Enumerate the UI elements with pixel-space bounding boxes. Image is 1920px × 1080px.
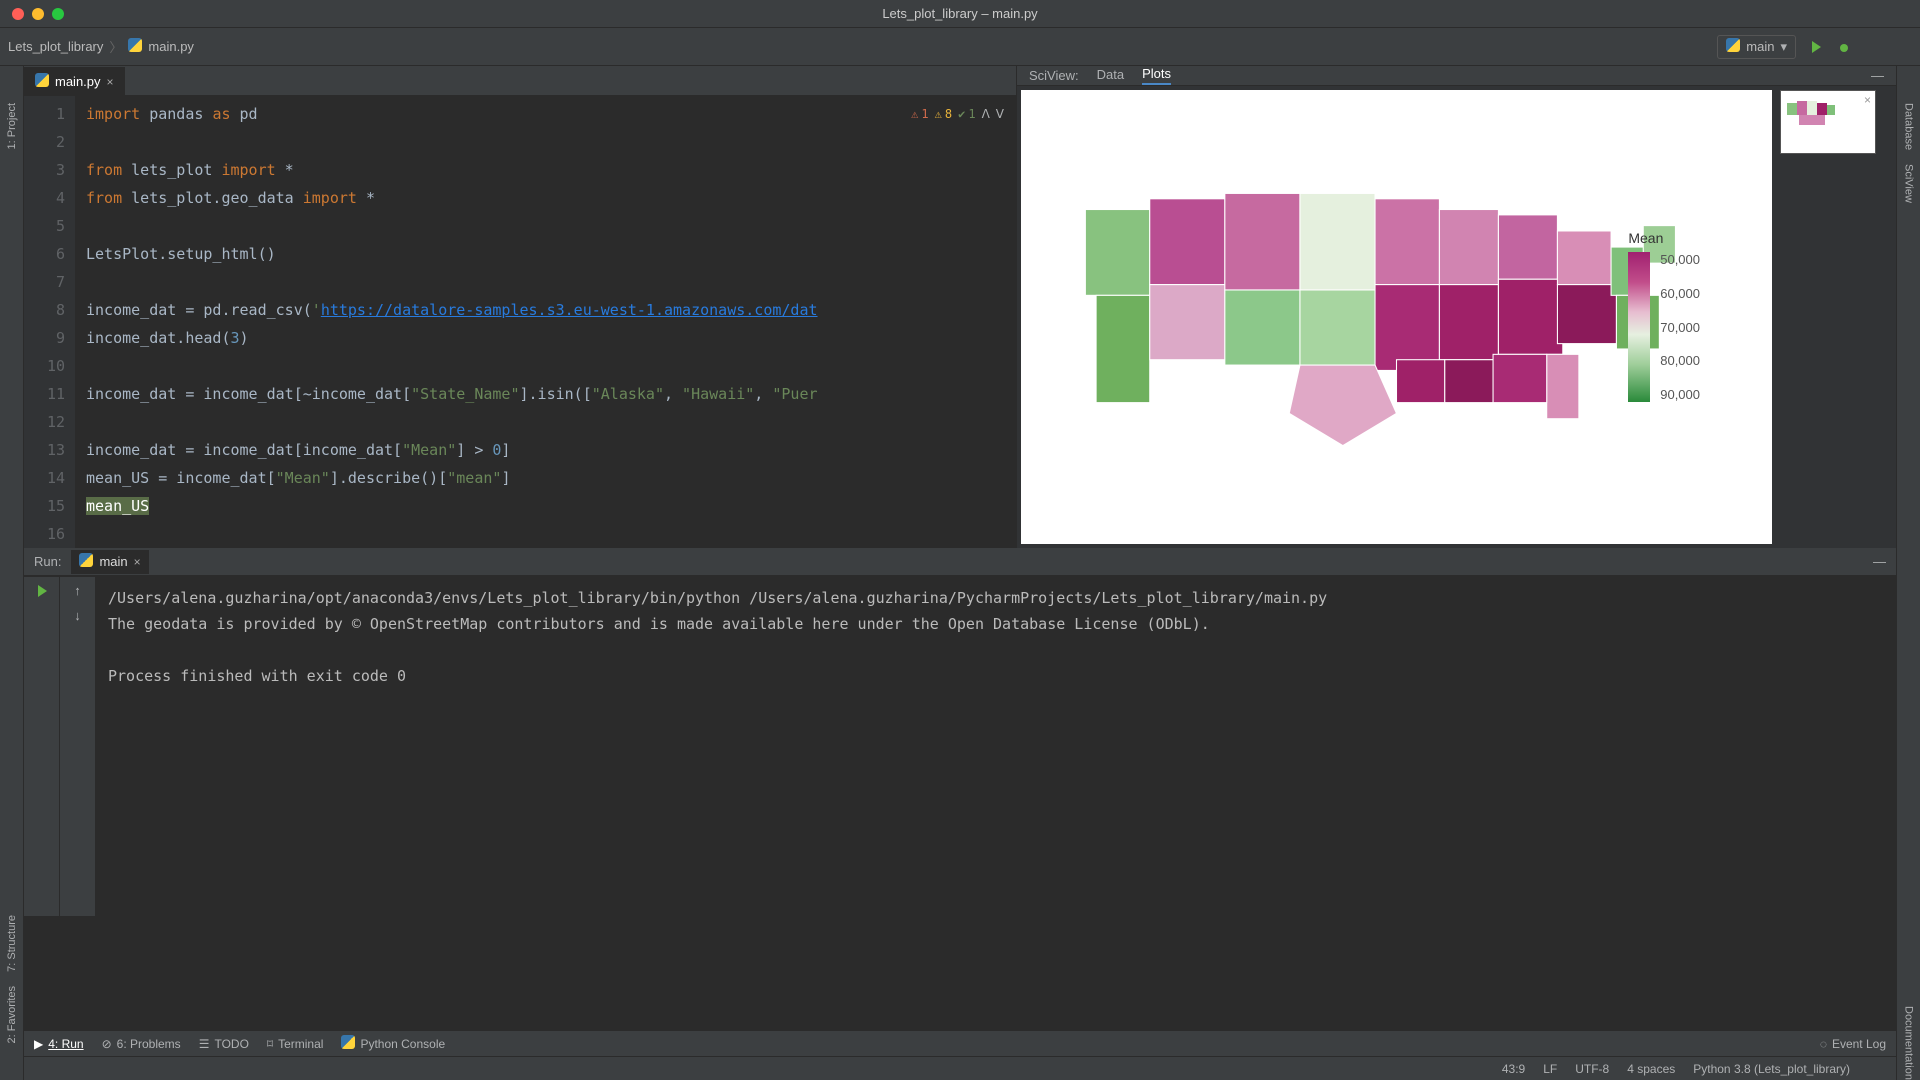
sciview-header: SciView: Data Plots —	[1017, 66, 1896, 86]
line-numbers: 12345678910111213141516171819	[24, 96, 76, 548]
code-content[interactable]: import pandas as pd from lets_plot impor…	[76, 96, 818, 548]
editor-pane: main.py × 12345678910111213141516171819 …	[24, 66, 1016, 548]
rerun-button[interactable]	[34, 583, 50, 599]
prev-highlight-icon[interactable]: ᐱ	[982, 100, 990, 128]
python-file-icon	[35, 73, 49, 90]
sciview-panel: SciView: Data Plots —	[1016, 66, 1896, 548]
editor-tab-label: main.py	[55, 74, 101, 89]
close-tab-icon[interactable]: ×	[107, 75, 114, 89]
run-action-column-1	[24, 577, 60, 916]
tool-event-log[interactable]: ◌ Event Log	[1820, 1037, 1886, 1051]
editor-tabs: main.py ×	[24, 66, 1016, 96]
thumbnail-close-icon[interactable]: ×	[1864, 93, 1871, 107]
tool-terminal[interactable]: ⌑ Terminal	[267, 1037, 324, 1051]
sciview-label: SciView:	[1029, 68, 1079, 83]
minimize-panel-icon[interactable]: —	[1873, 554, 1886, 569]
sciview-tab-plots[interactable]: Plots	[1142, 66, 1171, 85]
tool-run[interactable]: ▶ 4: Run	[34, 1037, 84, 1051]
down-icon[interactable]: ↓	[74, 608, 81, 623]
console-output[interactable]: /Users/alena.guzharina/opt/anaconda3/env…	[96, 577, 1896, 916]
code-editor[interactable]: 12345678910111213141516171819 import pan…	[24, 96, 1016, 548]
close-tab-icon[interactable]: ×	[134, 555, 141, 569]
run-config-name: main	[1746, 39, 1774, 54]
favorites-tool-label[interactable]: 2: Favorites	[6, 986, 18, 1043]
legend-gradient	[1628, 252, 1650, 402]
warning-count[interactable]: ⚠ 8	[935, 100, 952, 128]
run-tab-label: main	[99, 554, 127, 569]
inspection-widget[interactable]: ⚠ 1 ⚠ 8 ✔ 1 ᐱ ᐯ	[911, 100, 1004, 128]
status-bar: 43:9 LF UTF-8 4 spaces Python 3.8 (Lets_…	[24, 1056, 1896, 1080]
tool-problems[interactable]: ⊘ 6: Problems	[102, 1037, 181, 1051]
editor-tab-main[interactable]: main.py ×	[24, 67, 125, 95]
structure-tool-label[interactable]: 7: Structure	[6, 915, 18, 972]
close-window-button[interactable]	[12, 8, 24, 20]
run-panel: ↑ ↓ /Users/alena.guzharina/opt/anaconda3…	[24, 576, 1896, 916]
breadcrumb-separator: 〉	[109, 37, 122, 56]
file-encoding[interactable]: UTF-8	[1575, 1062, 1609, 1076]
chevron-down-icon: ▾	[1780, 39, 1787, 55]
tool-todo[interactable]: ☰ TODO	[199, 1037, 249, 1051]
minimize-panel-icon[interactable]: —	[1871, 68, 1884, 83]
right-tool-stripe: Database SciView Documentation	[1896, 66, 1920, 1080]
documentation-tool-label[interactable]: Documentation	[1903, 1006, 1915, 1080]
interpreter[interactable]: Python 3.8 (Lets_plot_library)	[1693, 1062, 1850, 1076]
python-icon	[341, 1035, 355, 1052]
run-button[interactable]	[1808, 39, 1824, 55]
breadcrumb-project[interactable]: Lets_plot_library	[8, 39, 103, 54]
python-icon	[1726, 38, 1740, 55]
python-icon	[79, 553, 93, 570]
project-tool-label[interactable]: 1: Project	[6, 103, 18, 149]
left-tool-stripe: 1: Project 7: Structure 2: Favorites	[0, 66, 24, 1080]
run-config-selector[interactable]: main ▾	[1717, 35, 1796, 59]
bottom-tool-stripe: ▶ 4: Run ⊘ 6: Problems ☰ TODO ⌑ Terminal…	[24, 1030, 1896, 1056]
indent[interactable]: 4 spaces	[1627, 1062, 1675, 1076]
main-toolbar: Lets_plot_library 〉 main.py main ▾	[0, 28, 1920, 66]
breadcrumb-file[interactable]: main.py	[148, 39, 194, 54]
plot-thumbnails: ×	[1776, 86, 1896, 548]
zoom-window-button[interactable]	[52, 8, 64, 20]
run-label: Run:	[34, 554, 61, 569]
window-title: Lets_plot_library – main.py	[882, 6, 1037, 21]
window-titlebar: Lets_plot_library – main.py	[0, 0, 1920, 28]
legend-title: Mean	[1628, 230, 1700, 246]
caret-position[interactable]: 43:9	[1502, 1062, 1525, 1076]
legend-ticks: 50,000 60,000 70,000 80,000 90,000	[1660, 252, 1700, 402]
python-file-icon	[128, 38, 142, 55]
traffic-lights	[12, 8, 64, 20]
sciview-tool-label[interactable]: SciView	[1903, 164, 1915, 203]
run-tab[interactable]: main ×	[71, 550, 148, 574]
legend: Mean 50,000 60,000 70,000 80,000 90,000	[1628, 230, 1700, 402]
tool-python-console[interactable]: Python Console	[341, 1035, 445, 1052]
typo-count[interactable]: ✔ 1	[958, 100, 975, 128]
line-separator[interactable]: LF	[1543, 1062, 1557, 1076]
minimize-window-button[interactable]	[32, 8, 44, 20]
run-panel-header: Run: main × —	[24, 548, 1896, 576]
up-icon[interactable]: ↑	[74, 583, 81, 598]
breadcrumb[interactable]: Lets_plot_library 〉 main.py	[8, 37, 194, 56]
plot-thumbnail-1[interactable]: ×	[1780, 90, 1876, 154]
next-highlight-icon[interactable]: ᐯ	[996, 100, 1004, 128]
sciview-tab-data[interactable]: Data	[1097, 67, 1124, 84]
database-tool-label[interactable]: Database	[1903, 103, 1915, 150]
debug-button[interactable]	[1836, 39, 1852, 55]
run-action-column-2: ↑ ↓	[60, 577, 96, 916]
error-count[interactable]: ⚠ 1	[911, 100, 928, 128]
plot-canvas[interactable]: Mean 50,000 60,000 70,000 80,000 90,000	[1021, 90, 1772, 544]
